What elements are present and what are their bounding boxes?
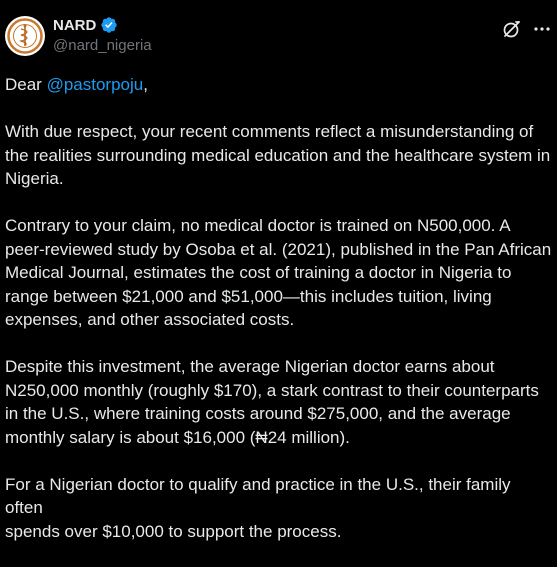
greeting-prefix: Dear [5, 75, 47, 94]
more-options-icon[interactable] [532, 19, 552, 39]
verified-badge-icon [100, 16, 118, 34]
tweet: NARD @nard_nigeria Dear @pastorpoju, Wit… [0, 0, 557, 541]
mention-link[interactable]: @pastorpoju [47, 75, 144, 94]
tweet-paragraph: Despite this investment, the average Nig… [5, 357, 539, 447]
greeting-suffix: , [143, 75, 148, 94]
author-names: NARD @nard_nigeria [53, 15, 152, 55]
author-display-name[interactable]: NARD [53, 17, 96, 34]
tweet-header: NARD @nard_nigeria [5, 13, 552, 61]
tweet-paragraph: With due respect, your recent comments r… [5, 122, 551, 188]
tweet-greeting: Dear @pastorpoju, [5, 73, 552, 97]
grok-icon[interactable] [502, 19, 522, 39]
tweet-text: Dear @pastorpoju, With due respect, your… [5, 73, 552, 567]
tweet-paragraph: For a Nigerian doctor to qualify and pra… [5, 474, 511, 541]
tweet-paragraph: Contrary to your claim, no medical docto… [5, 216, 552, 329]
nard-logo-avatar[interactable] [5, 16, 45, 56]
name-row: NARD [53, 15, 152, 35]
author-handle[interactable]: @nard_nigeria [53, 37, 152, 54]
